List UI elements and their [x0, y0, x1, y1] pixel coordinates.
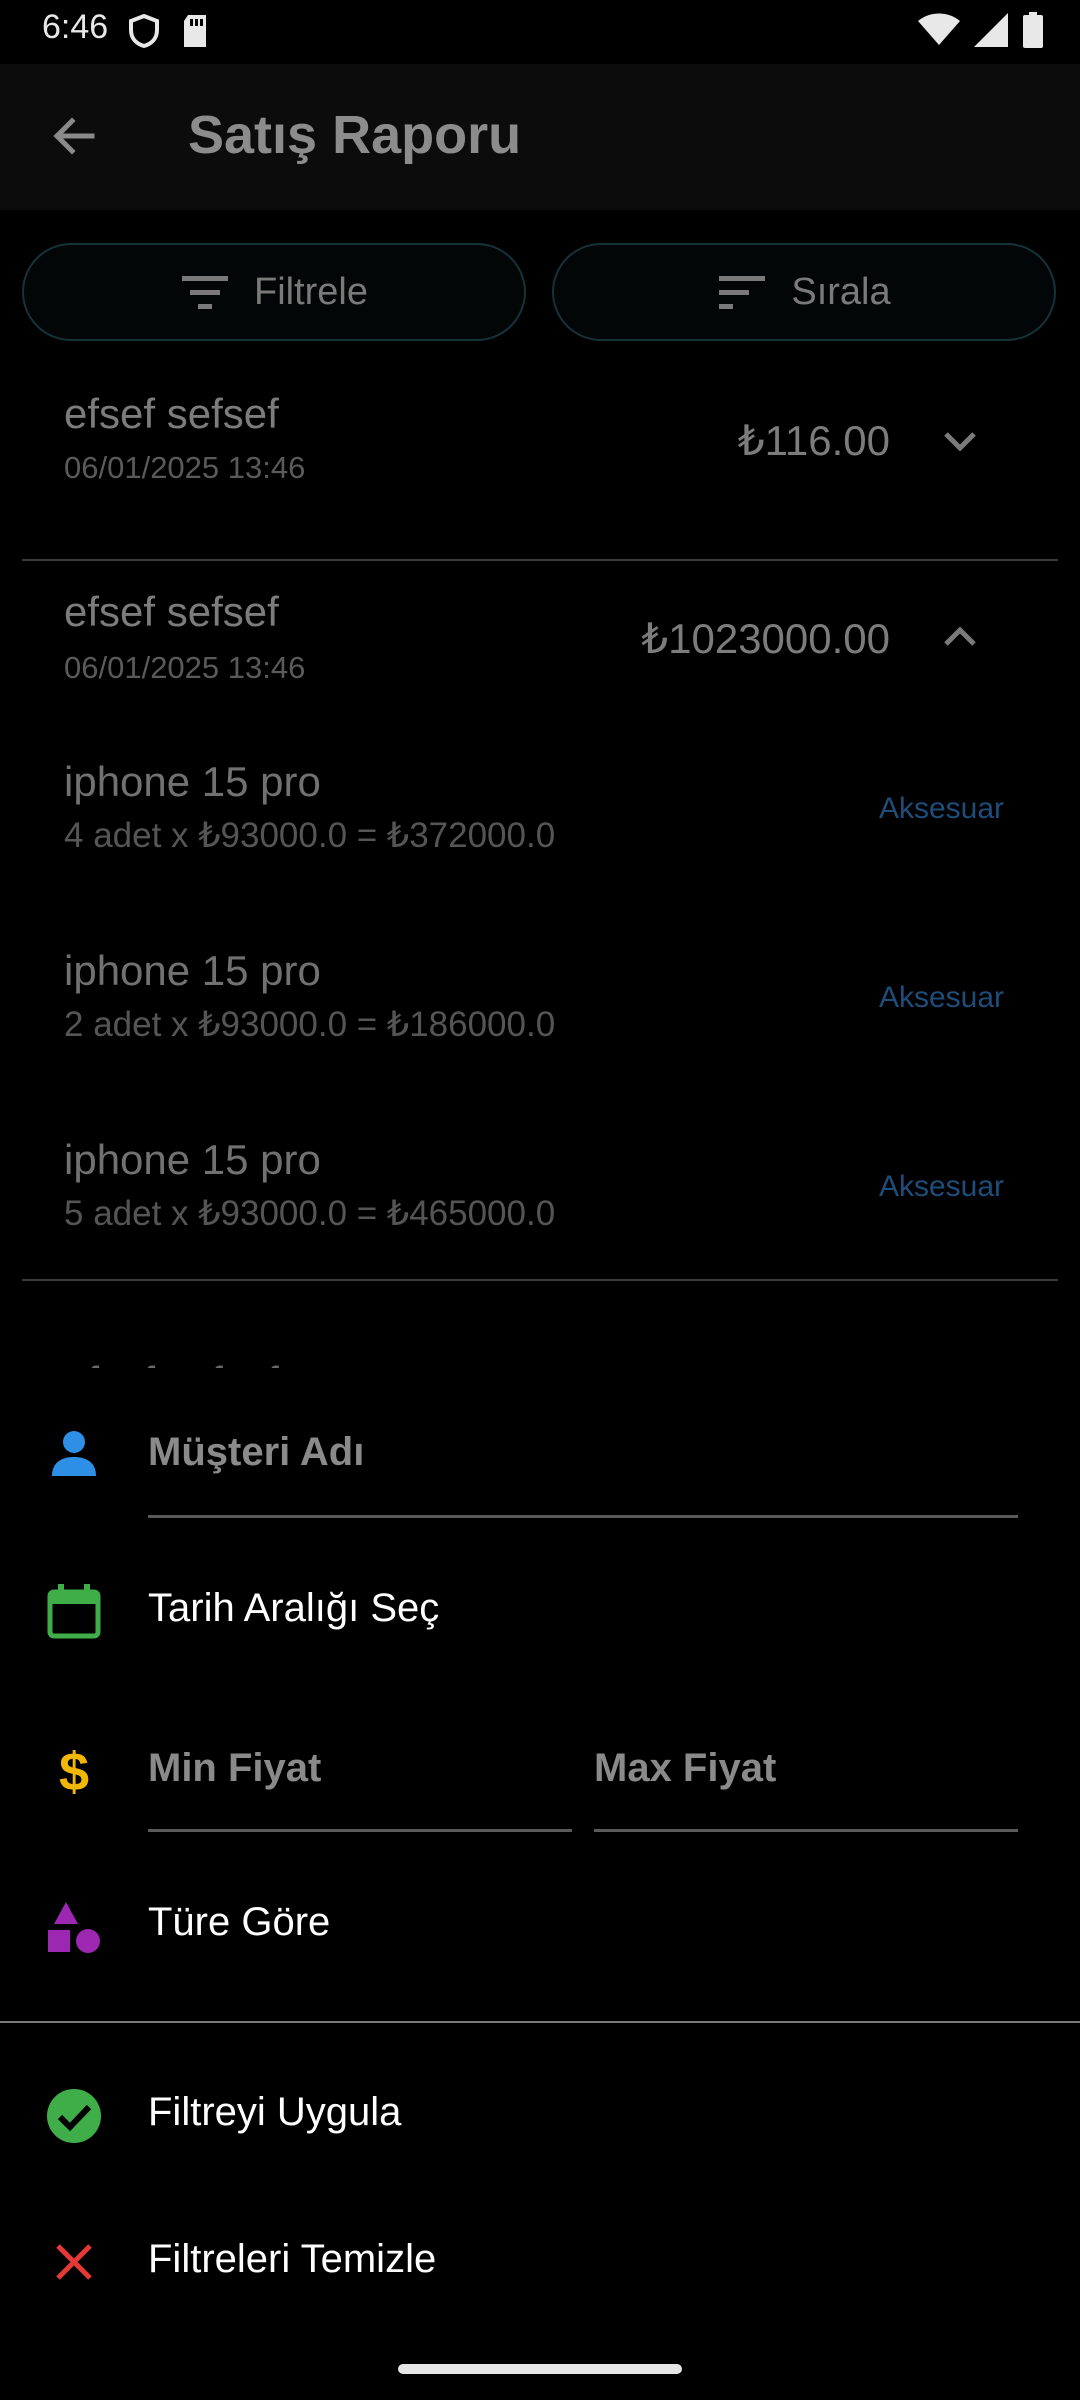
clear-filters-button[interactable]: Filtreleri Temizle [148, 2237, 436, 2282]
type-filter-button[interactable]: Türe Göre [148, 1900, 330, 1945]
signal-icon [974, 13, 1008, 47]
item-detail: 5 adet x ₺93000.0 = ₺465000.0 [64, 1194, 556, 1233]
shield-icon [129, 14, 159, 48]
filter-icon [181, 276, 228, 309]
min-price-input[interactable]: Min Fiyat [148, 1728, 572, 1832]
wifi-icon [918, 13, 960, 45]
person-icon [52, 1431, 96, 1476]
item-name: iphone 15 pro [64, 947, 321, 994]
close-icon [56, 2244, 92, 2280]
sale-card[interactable]: efsef sefsef 06/01/2025 13:46 ₺116.00 [22, 380, 1058, 560]
home-indicator[interactable] [398, 2364, 682, 2374]
sale-customer-name: efsef sefsef [64, 390, 279, 437]
item-name: iphone 15 pro [64, 758, 321, 805]
list-item: iphone 15 pro 5 adet x ₺93000.0 = ₺46500… [0, 1128, 1080, 1248]
apply-filter-button[interactable]: Filtreyi Uygula [148, 2090, 401, 2135]
list-item: iphone 15 pro 2 adet x ₺93000.0 = ₺18600… [0, 939, 1080, 1059]
page-title: Satış Raporu [188, 105, 522, 165]
sd-card-icon [184, 15, 206, 47]
sale-total: ₺116.00 [737, 417, 890, 464]
status-time: 6:46 [42, 8, 109, 46]
sort-button-label: Sırala [791, 270, 891, 313]
customer-name-placeholder: Müşteri Adı [148, 1430, 365, 1474]
list-item: iphone 15 pro 4 adet x ₺93000.0 = ₺37200… [0, 750, 1080, 870]
sale-card[interactable]: efsef sefsef 06/01/2025 13:46 ₺1023000.0… [22, 578, 1058, 708]
sort-icon [719, 276, 766, 309]
battery-icon [1023, 12, 1043, 48]
status-bar: 6:46 [0, 0, 1080, 64]
filter-button[interactable]: Filtrele [22, 243, 526, 341]
customer-name-underline [148, 1515, 1018, 1518]
check-circle-icon [47, 2089, 101, 2143]
sale-customer-name: efsef sefsef [64, 588, 279, 635]
chevron-up-icon[interactable] [940, 622, 980, 652]
category-shapes-icon [48, 1902, 100, 1953]
item-detail: 2 adet x ₺93000.0 = ₺186000.0 [64, 1005, 556, 1044]
calendar-icon [47, 1584, 101, 1639]
chevron-down-icon[interactable] [940, 426, 980, 456]
sale-total: ₺1023000.00 [641, 615, 890, 662]
min-price-placeholder: Min Fiyat [148, 1746, 322, 1790]
item-category-link[interactable]: Aksesuar [879, 1170, 1004, 1204]
filter-button-label: Filtrele [253, 270, 369, 313]
arrow-back-icon [53, 117, 95, 155]
app-bar: Satış Raporu [0, 64, 1080, 210]
divider [22, 1279, 1058, 1281]
status-right-icons [918, 12, 1044, 48]
min-price-underline [148, 1829, 572, 1832]
sort-button[interactable]: Sırala [552, 243, 1056, 341]
max-price-underline [594, 1829, 1018, 1832]
sale-date: 06/01/2025 13:46 [64, 650, 306, 685]
sale-date: 06/01/2025 13:46 [64, 450, 306, 485]
date-range-button[interactable]: Tarih Aralığı Seç [148, 1586, 439, 1631]
svg-text:$: $ [59, 1742, 89, 1800]
item-detail: 4 adet x ₺93000.0 = ₺372000.0 [64, 816, 556, 855]
item-category-link[interactable]: Aksesuar [879, 981, 1004, 1015]
dollar-icon: $ [59, 1742, 89, 1800]
sheet-divider [0, 2021, 1080, 2023]
back-button[interactable] [44, 106, 104, 166]
item-category-link[interactable]: Aksesuar [879, 792, 1004, 826]
status-left-icons [128, 14, 208, 48]
max-price-placeholder: Max Fiyat [594, 1746, 777, 1790]
divider [22, 559, 1058, 561]
max-price-input[interactable]: Max Fiyat [594, 1728, 1018, 1832]
customer-name-input[interactable]: Müşteri Adı [148, 1410, 1018, 1520]
item-name: iphone 15 pro [64, 1136, 321, 1183]
